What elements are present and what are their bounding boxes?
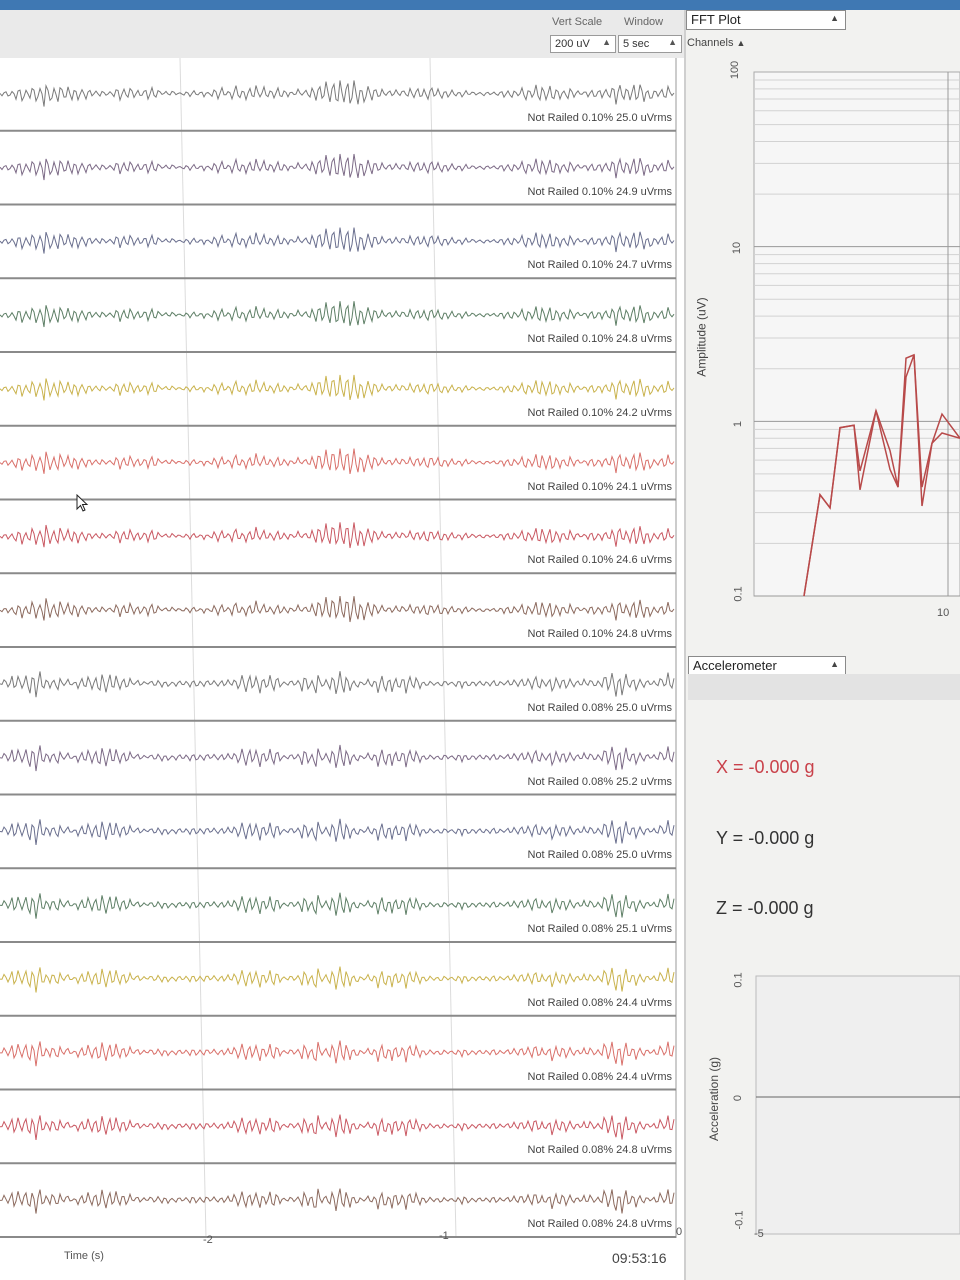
- channel-rail-status: Not Railed 0.10% 24.8 uVrms: [527, 628, 673, 640]
- accelerometer-plot: [755, 975, 960, 1235]
- channel-trace: [0, 227, 675, 254]
- window-value: 5 sec: [623, 38, 650, 50]
- channels-label: Channels: [687, 37, 734, 49]
- channel-rail-status: Not Railed 0.10% 24.6 uVrms: [527, 554, 673, 567]
- accelerometer-y-axis-label: Acceleration (g): [707, 1056, 722, 1142]
- fft-y-axis-label: Amplitude (uV): [694, 297, 709, 377]
- vert-scale-dropdown[interactable]: 200 uV ▲: [550, 35, 616, 53]
- accelerometer-title: Accelerometer: [693, 658, 777, 673]
- channel-rail-status: Not Railed 0.08% 25.0 uVrms: [527, 701, 673, 714]
- fft-plot-area: [753, 71, 960, 597]
- mouse-pointer-icon: [76, 494, 89, 512]
- channels-toggle[interactable]: Channels ▲: [687, 37, 745, 49]
- caret-up-icon: ▲: [736, 38, 746, 48]
- time-axis-label: Time (s): [64, 1250, 104, 1262]
- acc-x-tick-minus-5: -5: [754, 1228, 764, 1240]
- acc-y-tick-0: 0: [732, 1094, 745, 1102]
- accelerometer-x-value: X = -0.000 g: [716, 757, 815, 777]
- vert-scale-value: 200 uV: [555, 38, 590, 50]
- x-tick-minus-2: -2: [203, 1234, 213, 1246]
- window-dropdown[interactable]: 5 sec ▲: [618, 35, 682, 53]
- channel-trace: [0, 1040, 675, 1067]
- caret-up-icon: ▲: [830, 659, 839, 669]
- channel-trace: [0, 818, 675, 845]
- caret-up-icon: ▲: [830, 13, 839, 23]
- x-tick-minus-1: -1: [439, 1230, 449, 1242]
- channel-rail-status: Not Railed 0.08% 24.8 uVrms: [527, 1144, 673, 1157]
- channel-trace: [0, 671, 675, 698]
- channel-rail-status: Not Railed 0.10% 24.8 uVrms: [527, 333, 673, 345]
- window-top-strip: [0, 0, 960, 10]
- fft-widget-selector[interactable]: FFT Plot ▲: [686, 10, 846, 30]
- channel-rail-status: Not Railed 0.08% 24.8 uVrms: [527, 1218, 673, 1230]
- window-label: Window: [624, 16, 664, 28]
- channel-rail-status: Not Railed 0.08% 25.1 uVrms: [527, 923, 673, 935]
- accelerometer-plot-area: [755, 975, 960, 1235]
- channel-rail-status: Not Railed 0.10% 24.7 uVrms: [527, 259, 673, 272]
- channel-rail-status: Not Railed 0.08% 24.4 uVrms: [527, 996, 673, 1009]
- fft-title: FFT Plot: [691, 12, 741, 27]
- channel-rail-status: Not Railed 0.10% 24.2 uVrms: [527, 406, 673, 419]
- vert-scale-label: Vert Scale: [552, 16, 603, 28]
- channel-trace: [0, 596, 675, 623]
- accelerometer-header-strip: [688, 674, 960, 700]
- channel-rail-status: Not Railed 0.08% 25.0 uVrms: [527, 849, 673, 862]
- channel-trace: [0, 374, 675, 401]
- channel-rail-status: Not Railed 0.08% 25.2 uVrms: [527, 775, 673, 788]
- acc-y-tick-0-1: 0.1: [732, 972, 745, 988]
- channel-trace: [0, 153, 675, 181]
- channel-trace: [0, 522, 675, 549]
- fft-y-tick-10: 10: [731, 241, 744, 255]
- x-tick-0: 0: [676, 1226, 683, 1238]
- channel-trace: [0, 448, 675, 475]
- channel-trace: [0, 966, 675, 993]
- channel-trace: [0, 1114, 675, 1140]
- fft-y-tick-1: 1: [732, 420, 745, 428]
- channel-trace: [0, 892, 675, 919]
- clock-readout: 09:53:16: [612, 1250, 667, 1266]
- channel-trace: [0, 80, 675, 107]
- fft-plot: [753, 71, 960, 597]
- accelerometer-y-value: Y = -0.000 g: [716, 828, 815, 848]
- fft-y-tick-0-1: 0.1: [732, 586, 745, 602]
- accelerometer-z-value: Z = -0.000 g: [716, 898, 814, 918]
- channel-rail-status: Not Railed 0.10% 25.0 uVrms: [527, 111, 673, 124]
- channel-rail-status: Not Railed 0.10% 24.1 uVrms: [527, 480, 673, 493]
- channel-rail-status: Not Railed 0.10% 24.9 uVrms: [527, 185, 673, 198]
- time-series-traces: [0, 58, 677, 1238]
- caret-up-icon: ▲: [602, 37, 611, 47]
- fft-y-tick-100: 100: [729, 60, 742, 80]
- caret-up-icon: ▲: [668, 37, 677, 47]
- channel-trace: [0, 301, 675, 328]
- channel-rail-status: Not Railed 0.08% 24.4 uVrms: [527, 1070, 673, 1083]
- channel-trace: [0, 744, 675, 772]
- channel-trace: [0, 1188, 675, 1214]
- acc-y-tick-minus-0-1: -0.1: [733, 1210, 746, 1230]
- fft-x-tick-10: 10: [937, 607, 950, 619]
- accelerometer-widget-selector[interactable]: Accelerometer ▲: [688, 656, 846, 676]
